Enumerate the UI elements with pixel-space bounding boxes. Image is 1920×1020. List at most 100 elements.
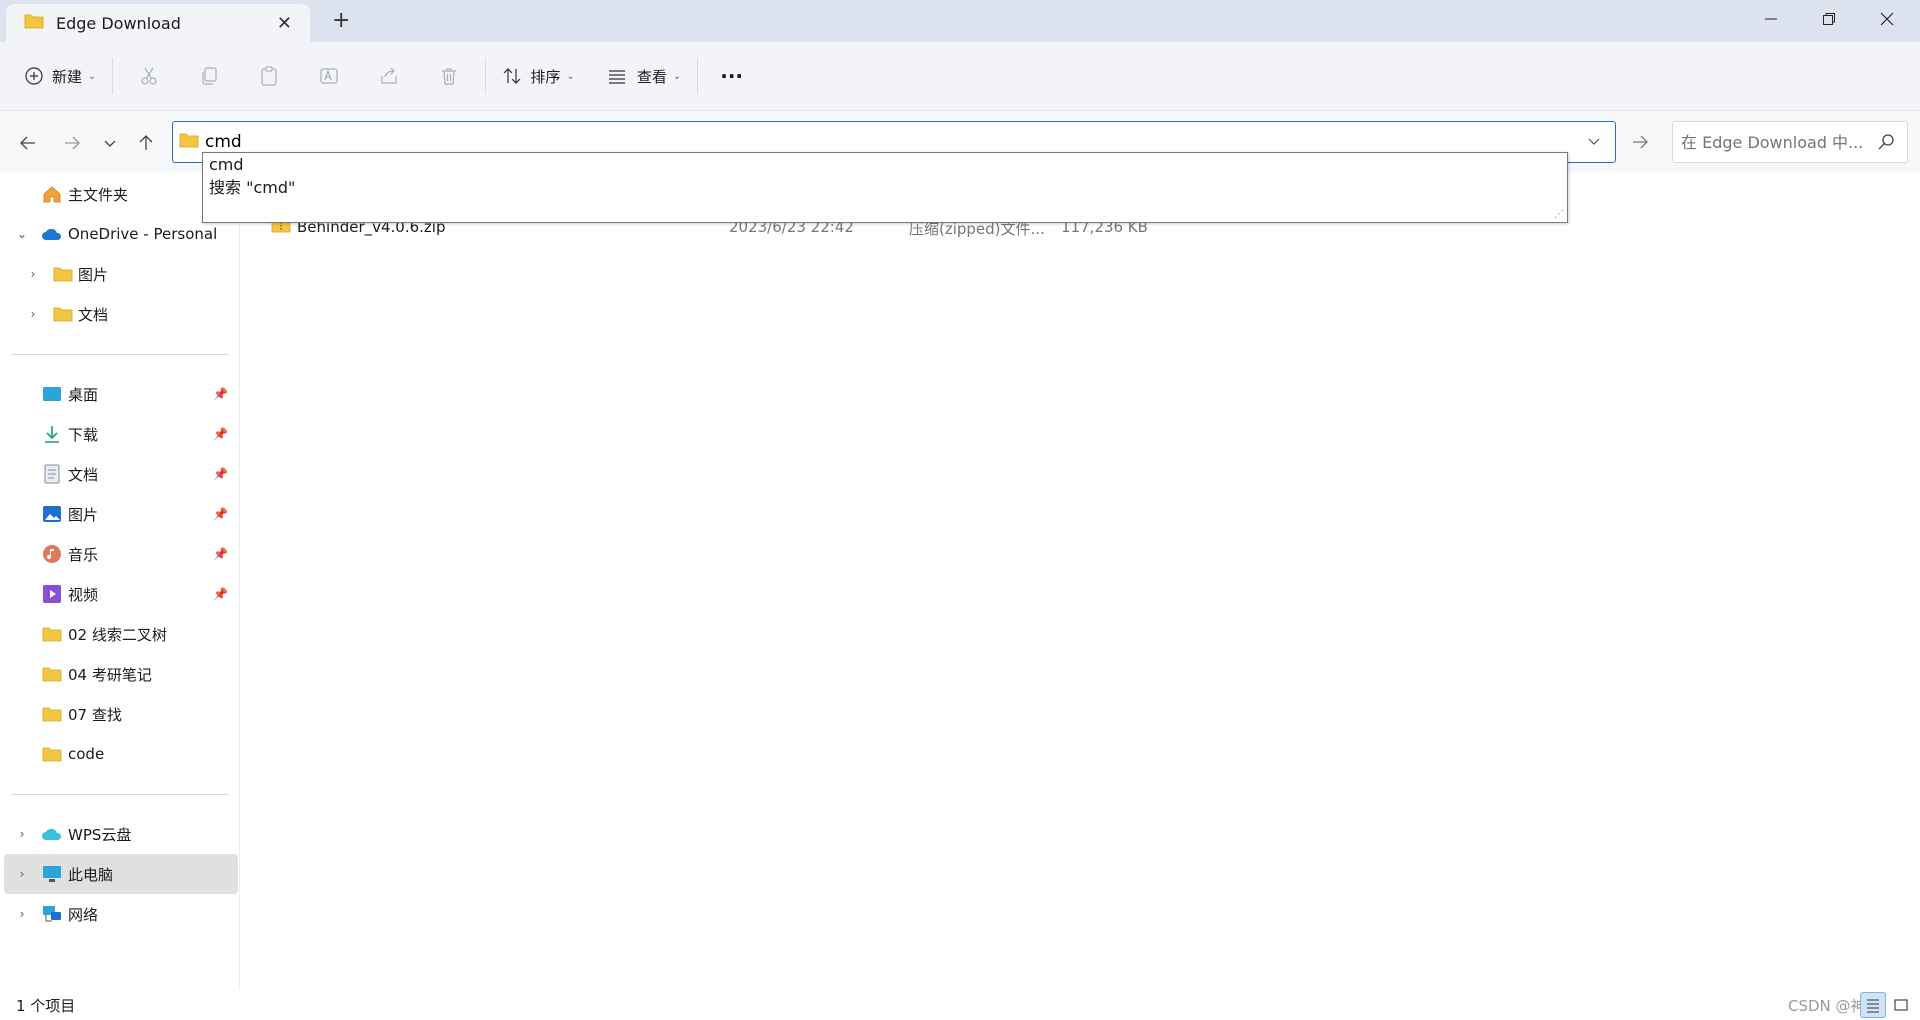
sidebar-label: 04 考研笔记 [68,665,152,684]
search-box[interactable] [1672,121,1908,163]
sidebar-label: 下载 [68,425,99,444]
new-label: 新建 [52,67,83,86]
resize-grip-icon[interactable]: ⋰ [1554,209,1564,220]
close-tab-icon[interactable]: ✕ [277,13,292,34]
separator [485,58,487,94]
sidebar-item-od-documents[interactable]: › 文档 [0,294,238,334]
folder-icon [41,743,63,765]
search-input[interactable] [1681,132,1871,152]
minimize-button[interactable] [1742,0,1800,38]
chevron-right-icon[interactable]: › [15,867,29,881]
go-button[interactable] [1622,125,1658,159]
chevron-right-icon[interactable]: › [15,907,29,921]
status-bar: 1 个项目 CSDN @神奇 [0,990,1920,1020]
sidebar-item-folder[interactable]: code [0,734,238,774]
sidebar-item-pictures[interactable]: 图片 📌 [0,494,238,534]
details-view-icon [1867,999,1879,1013]
sidebar-item-downloads[interactable]: 下载 📌 [0,414,238,454]
pin-icon[interactable]: 📌 [213,387,228,401]
sidebar-label: 图片 [78,265,109,284]
sidebar-item-wps[interactable]: › WPS云盘 [0,814,238,854]
back-button[interactable] [14,129,42,157]
tiles-view-button[interactable] [1888,992,1914,1018]
sort-label: 排序 [530,67,561,86]
chevron-down-icon: ⌄ [566,70,575,82]
delete-button[interactable] [419,56,479,96]
restore-button[interactable] [1800,0,1858,38]
search-suggestion-item[interactable]: 搜索 "cmd" [203,176,1567,199]
chevron-down-icon [104,140,116,147]
cut-button[interactable] [119,56,179,96]
chevron-right-icon[interactable]: › [15,827,29,841]
chevron-down-icon[interactable]: ⌄ [15,227,29,241]
rename-button[interactable] [299,56,359,96]
folder-icon [52,263,74,285]
sidebar-item-folder[interactable]: 07 查找 [0,694,238,734]
restore-icon [1823,13,1835,25]
document-icon [41,463,63,485]
up-button[interactable] [132,129,160,157]
desktop-icon [41,383,63,405]
pin-icon[interactable]: 📌 [213,547,228,561]
sidebar-item-od-pictures[interactable]: › 图片 [0,254,238,294]
pin-icon[interactable]: 📌 [213,587,228,601]
sort-icon [503,68,521,84]
view-button[interactable]: 查看 ⌄ [597,56,691,96]
sidebar-item-this-pc[interactable]: › 此电脑 [4,854,238,894]
folder-icon [41,663,63,685]
arrow-left-icon [20,136,35,150]
list-view-icon [608,70,625,84]
details-view-button[interactable] [1860,992,1886,1018]
tab-edge-download[interactable]: Edge Download ✕ [6,4,310,42]
sidebar-label: 图片 [68,505,99,524]
share-icon [381,67,398,84]
tiles-view-icon [1894,999,1908,1011]
title-bar: Edge Download ✕ + [0,0,1920,42]
command-bar: 新建 ⌄ 排序 ⌄ 查看 ⌄ ··· [0,42,1920,110]
sidebar-label: 视频 [68,585,99,604]
pin-icon[interactable]: 📌 [213,427,228,441]
cloud-icon [41,223,63,245]
sidebar-label: 此电脑 [68,865,114,884]
divider [12,794,228,795]
separator [112,58,114,94]
divider [12,354,228,355]
sidebar-label: 主文件夹 [68,185,129,204]
sidebar-item-documents[interactable]: 文档 📌 [0,454,238,494]
paste-button[interactable] [239,56,299,96]
sidebar-item-folder[interactable]: 02 线索二叉树 [0,614,238,654]
sort-button[interactable]: 排序 ⌄ [492,56,584,96]
pin-icon[interactable]: 📌 [213,467,228,481]
forward-button[interactable] [58,129,86,157]
sidebar-item-folder[interactable]: 04 考研笔记 [0,654,238,694]
music-icon [41,543,63,565]
chevron-right-icon[interactable]: › [26,307,40,321]
chevron-right-icon[interactable]: › [26,267,40,281]
more-options-icon[interactable]: ··· [704,56,759,96]
new-tab-button[interactable]: + [332,8,350,33]
search-icon[interactable] [1877,133,1895,155]
copy-button[interactable] [179,56,239,96]
share-button[interactable] [359,56,419,96]
sidebar-item-videos[interactable]: 视频 📌 [0,574,238,614]
file-list: Behinder_v4.0.6.zip 2023/6/23 22:42 压缩(z… [241,172,1920,990]
sidebar-item-music[interactable]: 音乐 📌 [0,534,238,574]
pin-icon[interactable]: 📌 [213,507,228,521]
scissors-icon [141,67,158,85]
sidebar-label: 音乐 [68,545,99,564]
arrow-right-icon [65,136,80,150]
recent-locations-button[interactable] [96,129,124,157]
close-icon [1880,12,1894,26]
close-window-button[interactable] [1858,0,1916,38]
sidebar-item-network[interactable]: › 网络 [0,894,238,934]
sidebar-label: 桌面 [68,385,99,404]
computer-icon [41,863,63,885]
suggestion-item[interactable]: cmd [203,153,1567,176]
chevron-down-icon[interactable] [1587,134,1601,152]
folder-icon [179,132,199,152]
folder-icon [41,703,63,725]
address-input[interactable] [205,132,1505,152]
new-button[interactable]: 新建 ⌄ [14,56,106,96]
sidebar-label: 07 查找 [68,705,122,724]
sidebar-item-desktop[interactable]: 桌面 📌 [0,374,238,414]
